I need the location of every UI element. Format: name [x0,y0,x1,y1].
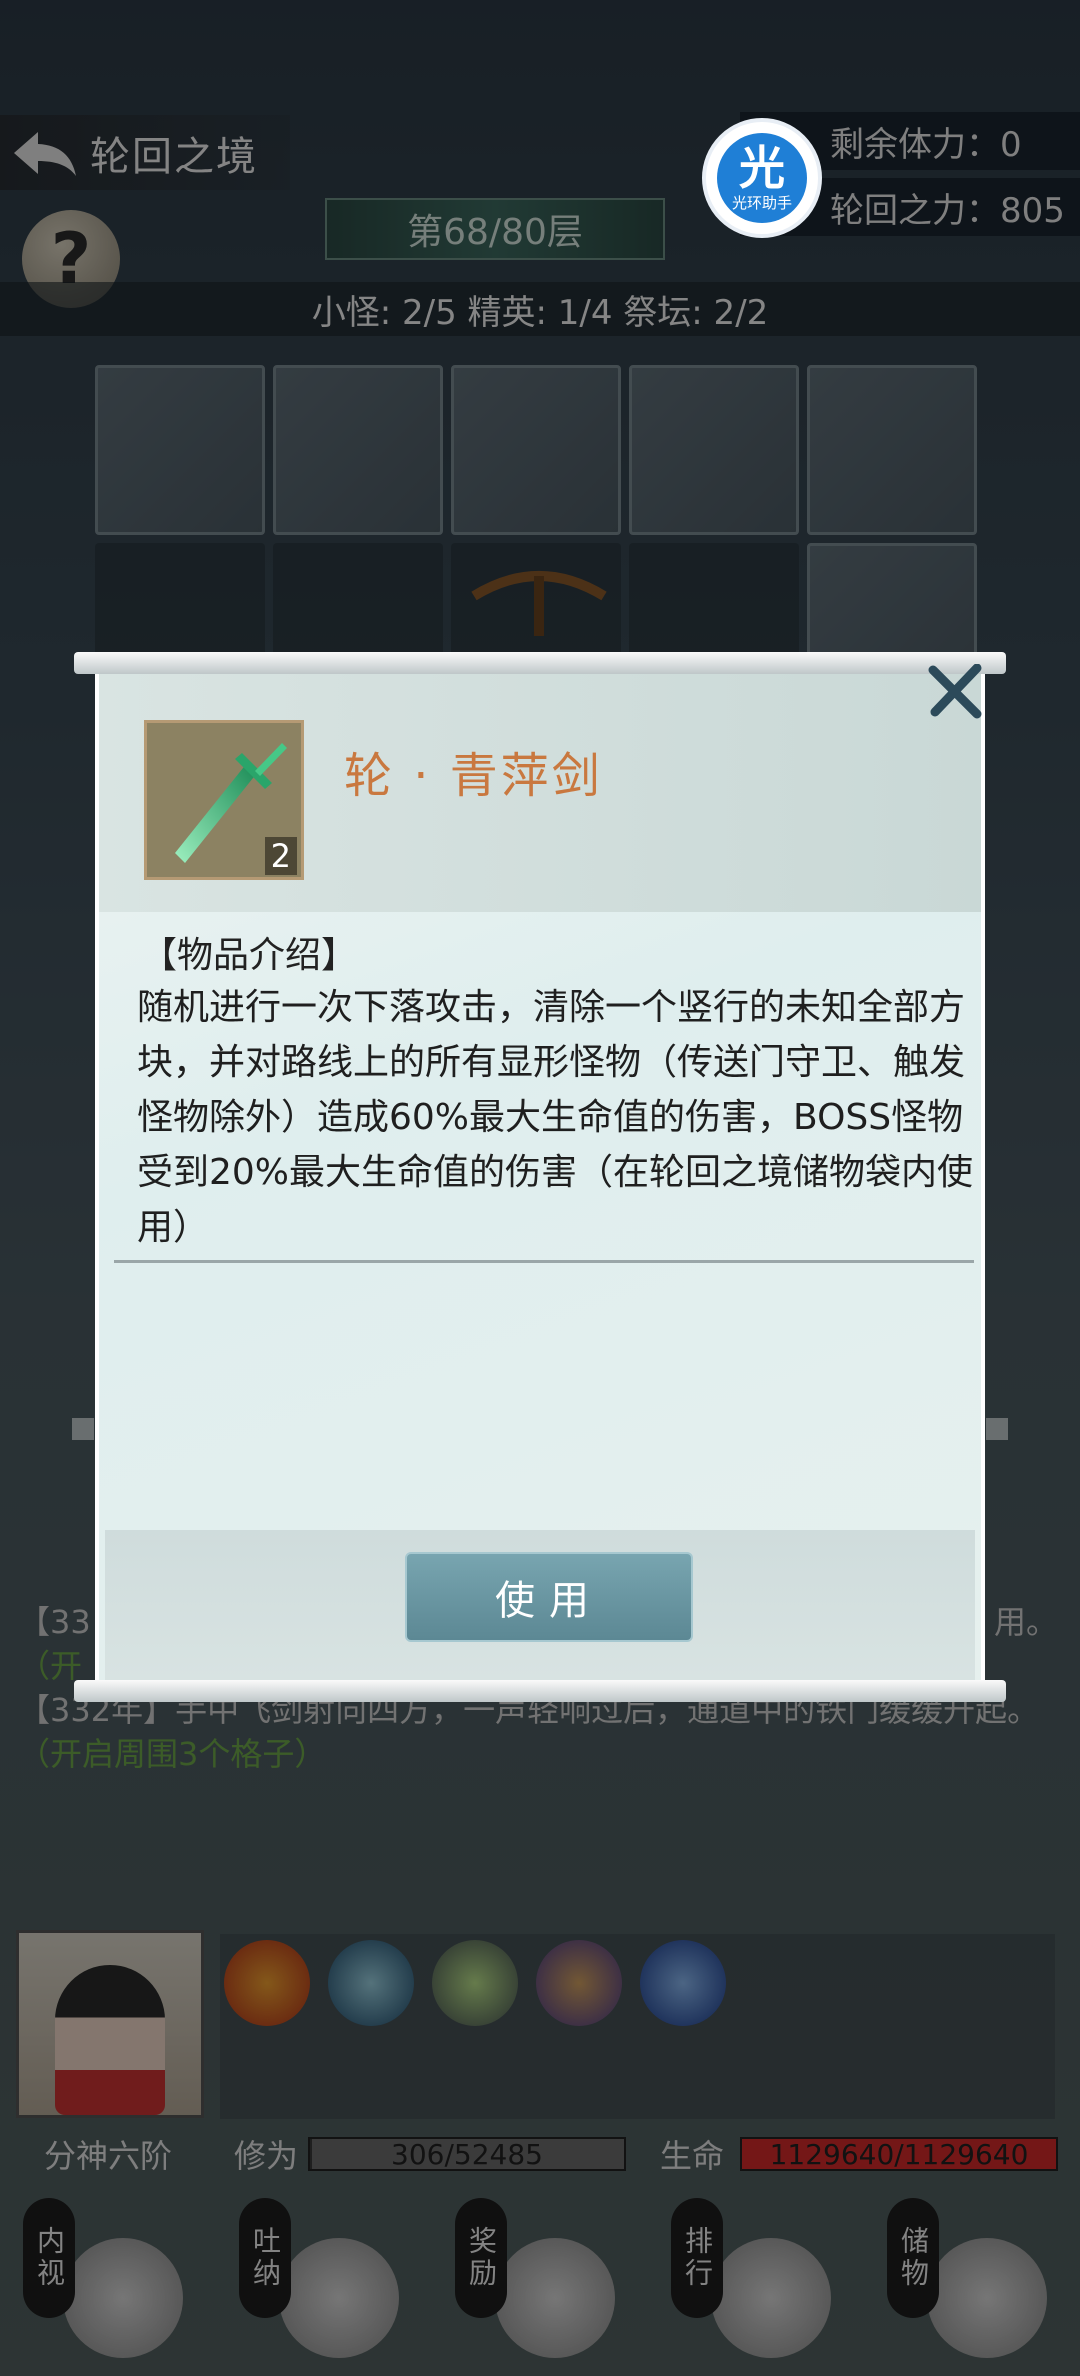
item-slot: 2 [144,720,304,880]
hp-bar: 1129640/1129640 [740,2137,1058,2171]
hp-value: 1129640/1129640 [769,2137,1029,2171]
nav-inner-view[interactable]: 内视 [23,2198,193,2368]
item-detail-dialog: 2 轮 · 青萍剑 【物品介绍】 随机进行一次下落攻击，清除一个竖行的未知全部方… [95,668,985,1684]
player-avatar[interactable] [16,1930,204,2118]
close-icon [928,664,982,719]
use-button[interactable]: 使用 [405,1552,693,1642]
grid-tile[interactable] [629,365,799,535]
floor-indicator: 第68/80层 [325,198,665,260]
scroll-knob-right [986,1418,1008,1440]
hp-label: 生命 [660,2137,725,2175]
item-header: 2 轮 · 青萍剑 [99,668,981,912]
helper-label: 光环助手 [731,193,792,212]
bag-icon [927,2238,1047,2358]
back-button[interactable]: 轮回之境 [0,115,290,190]
scroll-rod-bottom [74,1680,1006,1702]
item-count: 2 [264,837,297,875]
description-body: 随机进行一次下落攻击，清除一个竖行的未知全部方块，并对路线上的所有显形怪物（传送… [137,987,974,1248]
description-title: 【物品介绍】 [141,935,358,976]
nav-breathing[interactable]: 吐纳 [239,2198,409,2368]
floor-stats: 小怪: 2/5 精英: 1/4 祭坛: 2/2 [0,282,1080,336]
log-hint: （开启周围3个格子） [18,1735,327,1773]
nav-storage[interactable]: 储物 [887,2198,1057,2368]
cultivation-label: 修为 [234,2137,299,2175]
eye-icon [63,2238,183,2358]
back-arrow-icon [0,115,90,190]
divider [114,1260,974,1263]
nav-ranking[interactable]: 排行 [671,2198,841,2368]
cultivation-bar: 306/52485 [308,2137,626,2171]
grid-tile[interactable] [807,365,977,535]
shield-skill-icon[interactable] [536,1940,622,2026]
realm-label: 分神六阶 [44,2137,173,2175]
avatar-figure-icon [55,1965,165,2115]
grid-tile[interactable] [451,365,621,535]
dialog-footer: 使用 [105,1530,975,1680]
fire-skill-icon[interactable] [224,1940,310,2026]
gift-icon [495,2238,615,2358]
herb-skill-icon[interactable] [432,1940,518,2026]
meditation-icon [279,2238,399,2358]
helper-logo-icon: 光 [739,140,785,195]
page-title: 轮回之境 [90,133,258,180]
ranking-icon [711,2238,831,2358]
arrow-skill-icon[interactable] [328,1940,414,2026]
cultivation-value: 306/52485 [391,2137,543,2171]
bottom-nav: 内视 吐纳 奖励 排行 储物 [0,2190,1080,2376]
scroll-rod-top [74,652,1006,674]
helper-badge[interactable]: 光 光环助手 [702,118,822,238]
player-stats: 分神六阶 修为 306/52485 生命 1129640/1129640 [0,2128,1080,2180]
scroll-knob-left [72,1418,94,1440]
nav-rewards[interactable]: 奖励 [455,2198,625,2368]
close-button[interactable] [920,660,990,724]
grid-tile[interactable] [95,365,265,535]
item-name: 轮 · 青萍剑 [344,748,603,804]
water-skill-icon[interactable] [640,1940,726,2026]
cultivation-bar-fill [310,2139,312,2169]
skill-bar [220,1934,1055,2119]
grid-tile[interactable] [273,365,443,535]
